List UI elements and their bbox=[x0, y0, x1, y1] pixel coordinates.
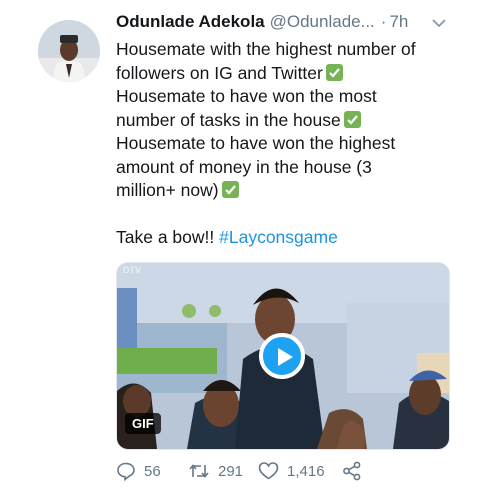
tweet-line: amount of money in the house (3 bbox=[116, 156, 372, 177]
like-button[interactable]: 1,416 bbox=[258, 461, 336, 481]
hashtag-link[interactable]: #Layconsgame bbox=[219, 227, 338, 247]
chevron-down-icon[interactable] bbox=[431, 16, 447, 28]
retweet-button[interactable]: 291 bbox=[188, 461, 246, 481]
tweet-header: Odunlade Adekola @Odunlade... · 7h bbox=[116, 12, 455, 36]
white-heavy-check-mark-icon bbox=[343, 110, 361, 128]
author-handle[interactable]: @Odunlade... bbox=[270, 12, 375, 32]
video-watermark: DTV bbox=[123, 265, 141, 275]
share-button[interactable] bbox=[342, 461, 370, 481]
play-icon[interactable] bbox=[259, 333, 305, 379]
reply-icon bbox=[117, 462, 135, 481]
reply-count: 56 bbox=[144, 462, 161, 480]
tweet-actions: 56 291 1,416 bbox=[116, 458, 416, 484]
share-icon bbox=[343, 461, 361, 481]
author-name[interactable]: Odunlade Adekola bbox=[116, 12, 265, 32]
gif-badge: GIF bbox=[125, 413, 161, 434]
avatar[interactable] bbox=[38, 20, 100, 82]
retweet-count: 291 bbox=[218, 462, 244, 480]
media-gif[interactable]: DTV GIF bbox=[116, 262, 450, 450]
separator-dot: · bbox=[380, 12, 387, 31]
heart-icon bbox=[258, 462, 279, 480]
timestamp[interactable]: 7h bbox=[389, 12, 408, 32]
tweet-line: Housemate to have won the highest bbox=[116, 133, 396, 153]
retweet-icon bbox=[189, 464, 209, 478]
tweet-text: Housemate with the highest number of fol… bbox=[116, 38, 456, 250]
tweet-line: million+ now) bbox=[116, 179, 456, 203]
tweet-line: followers on IG and Twitter bbox=[116, 62, 456, 86]
like-count: 1,416 bbox=[287, 462, 325, 480]
white-heavy-check-mark-icon bbox=[325, 63, 343, 81]
white-heavy-check-mark-icon bbox=[221, 181, 239, 198]
tweet-line: Housemate to have won the most bbox=[116, 86, 377, 106]
tweet-line: number of tasks in the house bbox=[116, 109, 456, 133]
tweet-line: Housemate with the highest number of bbox=[116, 39, 416, 59]
reply-button[interactable]: 56 bbox=[116, 461, 178, 481]
tweet-line: Take a bow!! #Layconsgame bbox=[116, 227, 338, 247]
tweet-card[interactable]: Odunlade Adekola @Odunlade... · 7h House… bbox=[0, 0, 485, 500]
